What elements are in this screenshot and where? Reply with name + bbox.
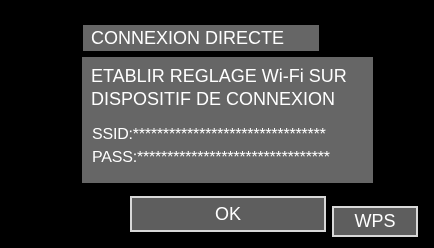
- ssid-value: SSID:********************************: [92, 126, 326, 143]
- dialog-title: CONNEXION DIRECTE: [83, 25, 319, 51]
- ok-button[interactable]: OK: [130, 196, 326, 232]
- password-value: PASS:********************************: [92, 149, 330, 166]
- wps-button[interactable]: WPS: [332, 206, 418, 237]
- camera-screen: CONNEXION DIRECTE ETABLIR REGLAGE Wi-Fi …: [0, 0, 434, 248]
- message-panel: ETABLIR REGLAGE Wi-Fi SUR DISPOSITIF DE …: [82, 57, 373, 183]
- message-line-2: DISPOSITIF DE CONNEXION: [91, 89, 336, 109]
- message-line-1: ETABLIR REGLAGE Wi-Fi SUR: [91, 66, 347, 86]
